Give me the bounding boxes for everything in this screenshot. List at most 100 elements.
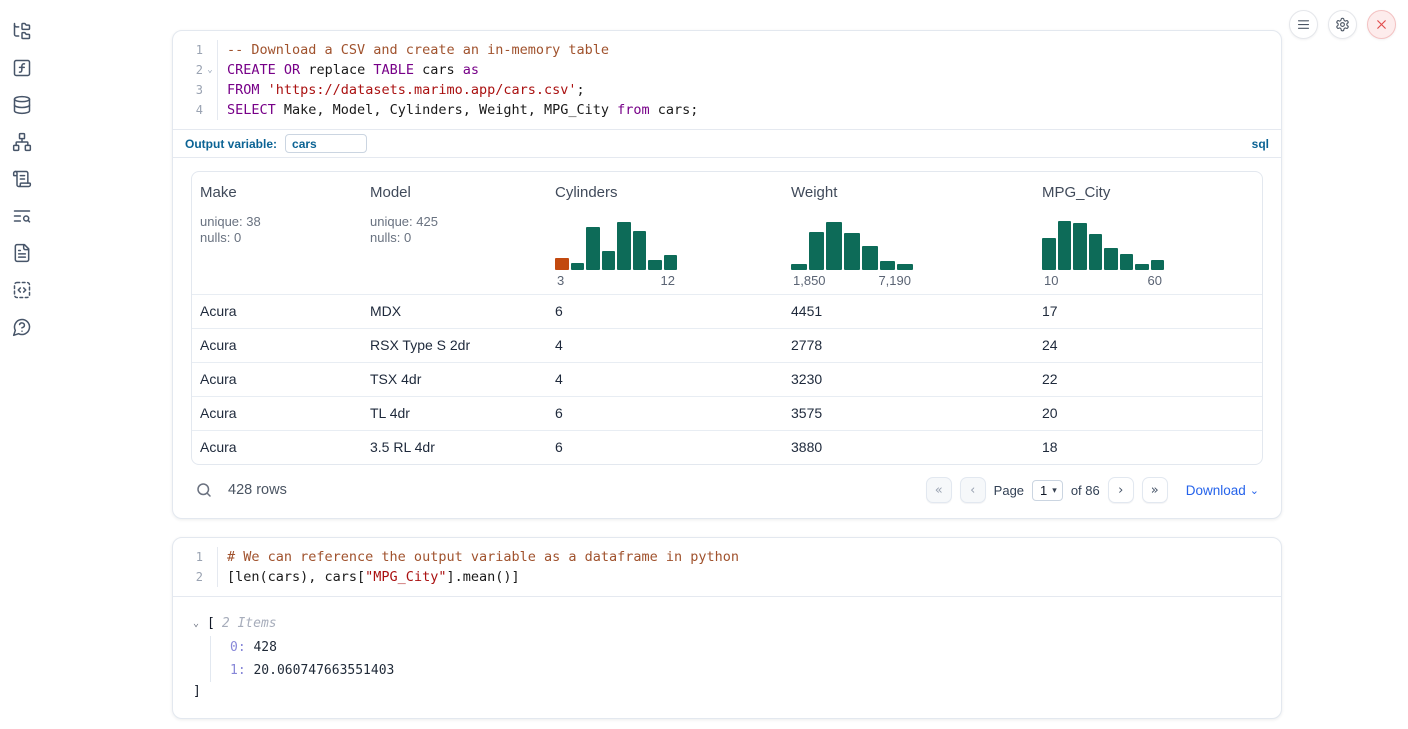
function-square-icon xyxy=(12,58,32,78)
list-item: 1: 20.060747663551403 xyxy=(230,659,1263,682)
database-icon xyxy=(12,95,32,115)
table-row[interactable]: AcuraRSX Type S 2dr4277824 xyxy=(192,328,1262,362)
column-histogram[interactable]: 312 xyxy=(555,218,677,288)
table-cell: 3230 xyxy=(783,363,1034,396)
scroll-icon xyxy=(12,169,32,189)
python-cell-output: ⌄ [ 2 Items 0: 4281: 20.060747663551403 … xyxy=(173,596,1281,718)
list-item: 0: 428 xyxy=(230,636,1263,659)
code-line: 4SELECT Make, Model, Cylinders, Weight, … xyxy=(179,100,1281,120)
column-header-make[interactable]: Make unique: 38nulls: 0 xyxy=(192,172,362,294)
histogram-bar xyxy=(1089,234,1103,270)
histogram-bar xyxy=(1042,238,1056,270)
panel-scratchpad[interactable] xyxy=(11,168,33,190)
fold-spacer xyxy=(203,40,217,60)
table-cell: Acura xyxy=(192,295,362,328)
code-line: 1# We can reference the output variable … xyxy=(179,547,1281,567)
table-row[interactable]: Acura3.5 RL 4dr6388018 xyxy=(192,430,1262,464)
table-cell: MDX xyxy=(362,295,547,328)
table-cell: 6 xyxy=(547,431,783,464)
histogram-bar xyxy=(1135,264,1149,270)
last-page-button[interactable]: » xyxy=(1142,477,1168,503)
page-select[interactable]: 1 ▾ xyxy=(1032,480,1063,501)
menu-icon xyxy=(1296,17,1311,32)
code-text: FROM 'https://datasets.marimo.app/cars.c… xyxy=(217,80,1281,100)
table-cell: TSX 4dr xyxy=(362,363,547,396)
table-cell: TL 4dr xyxy=(362,397,547,430)
table-cell: 24 xyxy=(1034,329,1262,362)
settings-button[interactable] xyxy=(1328,10,1357,39)
pagination: « ‹ Page 1 ▾ of 86 › » Download ⌄ xyxy=(926,477,1259,503)
histogram-bar xyxy=(844,233,860,270)
python-code-editor[interactable]: 1# We can reference the output variable … xyxy=(173,538,1281,596)
column-header-cylinders[interactable]: Cylinders 312 xyxy=(547,172,783,294)
fold-chevron-icon[interactable]: ⌄ xyxy=(203,60,217,80)
chevron-down-icon: ⌄ xyxy=(1250,484,1259,497)
panel-variables[interactable] xyxy=(11,57,33,79)
item-value: 428 xyxy=(246,640,277,655)
python-cell: 1# We can reference the output variable … xyxy=(172,537,1282,719)
column-histogram[interactable]: 1060 xyxy=(1042,218,1164,288)
table-cell: 3.5 RL 4dr xyxy=(362,431,547,464)
item-value: 20.060747663551403 xyxy=(246,663,395,678)
column-stats: unique: 425nulls: 0 xyxy=(370,214,539,246)
fold-spacer xyxy=(203,547,217,567)
language-badge[interactable]: sql xyxy=(1252,137,1269,151)
table-footer: 428 rows « ‹ Page 1 ▾ of 86 › » Download… xyxy=(191,476,1263,504)
collapse-toggle-icon[interactable]: ⌄ xyxy=(193,618,207,629)
histogram-bar xyxy=(648,260,662,270)
column-name: MPG_City xyxy=(1042,184,1254,201)
panel-help[interactable] xyxy=(11,316,33,338)
histogram-bar xyxy=(1151,260,1165,270)
table-cell: Acura xyxy=(192,397,362,430)
table-cell: 18 xyxy=(1034,431,1262,464)
menu-button[interactable] xyxy=(1289,10,1318,39)
histogram-bar xyxy=(1058,221,1072,270)
page-label: Page xyxy=(994,483,1024,498)
table-cell: 6 xyxy=(547,295,783,328)
column-name: Cylinders xyxy=(555,184,775,201)
panel-datasources[interactable] xyxy=(11,94,33,116)
first-page-button[interactable]: « xyxy=(926,477,952,503)
table-cell: Acura xyxy=(192,329,362,362)
row-count: 428 rows xyxy=(228,482,287,498)
table-cell: 20 xyxy=(1034,397,1262,430)
panel-file-explorer[interactable] xyxy=(11,20,33,42)
panel-dependency-graph[interactable] xyxy=(11,131,33,153)
sql-cell: 1-- Download a CSV and create an in-memo… xyxy=(172,30,1282,519)
table-row[interactable]: AcuraTSX 4dr4323022 xyxy=(192,362,1262,396)
table-row[interactable]: AcuraMDX6445117 xyxy=(192,294,1262,328)
prev-page-button[interactable]: ‹ xyxy=(960,477,986,503)
output-variable-label: Output variable: xyxy=(185,137,277,151)
topbar-actions xyxy=(1289,10,1396,39)
page-select-value: 1 xyxy=(1040,483,1047,498)
output-variable-input[interactable] xyxy=(285,134,367,153)
histogram-bar xyxy=(1104,248,1118,270)
column-stats: unique: 38nulls: 0 xyxy=(200,214,354,246)
download-button[interactable]: Download ⌄ xyxy=(1186,483,1259,498)
panel-logs[interactable] xyxy=(11,205,33,227)
panel-documentation[interactable] xyxy=(11,242,33,264)
next-page-button[interactable]: › xyxy=(1108,477,1134,503)
sql-code-editor[interactable]: 1-- Download a CSV and create an in-memo… xyxy=(173,31,1281,129)
list-output-tree: ⌄ [ 2 Items 0: 4281: 20.060747663551403 … xyxy=(191,610,1263,704)
table-row[interactable]: AcuraTL 4dr6357520 xyxy=(192,396,1262,430)
chevron-down-icon: ▾ xyxy=(1052,485,1057,496)
column-name: Model xyxy=(370,184,539,201)
histogram-bar xyxy=(664,255,678,270)
column-header-mpg_city[interactable]: MPG_City 1060 xyxy=(1034,172,1262,294)
histogram-bar xyxy=(586,227,600,270)
column-name: Make xyxy=(200,184,354,201)
search-icon[interactable] xyxy=(195,481,213,499)
panel-snippets[interactable] xyxy=(11,279,33,301)
column-header-weight[interactable]: Weight1,8507,190 xyxy=(783,172,1034,294)
table-cell: Acura xyxy=(192,431,362,464)
shutdown-button[interactable] xyxy=(1367,10,1396,39)
column-histogram[interactable]: 1,8507,190 xyxy=(791,218,913,288)
column-header-model[interactable]: Model unique: 425nulls: 0 xyxy=(362,172,547,294)
output-variable-bar: Output variable: sql xyxy=(173,129,1281,157)
fold-spacer xyxy=(203,100,217,120)
table-cell: 22 xyxy=(1034,363,1262,396)
open-bracket: [ xyxy=(207,616,215,631)
line-number: 2 xyxy=(179,60,203,80)
code-line: 2⌄CREATE OR replace TABLE cars as xyxy=(179,60,1281,80)
